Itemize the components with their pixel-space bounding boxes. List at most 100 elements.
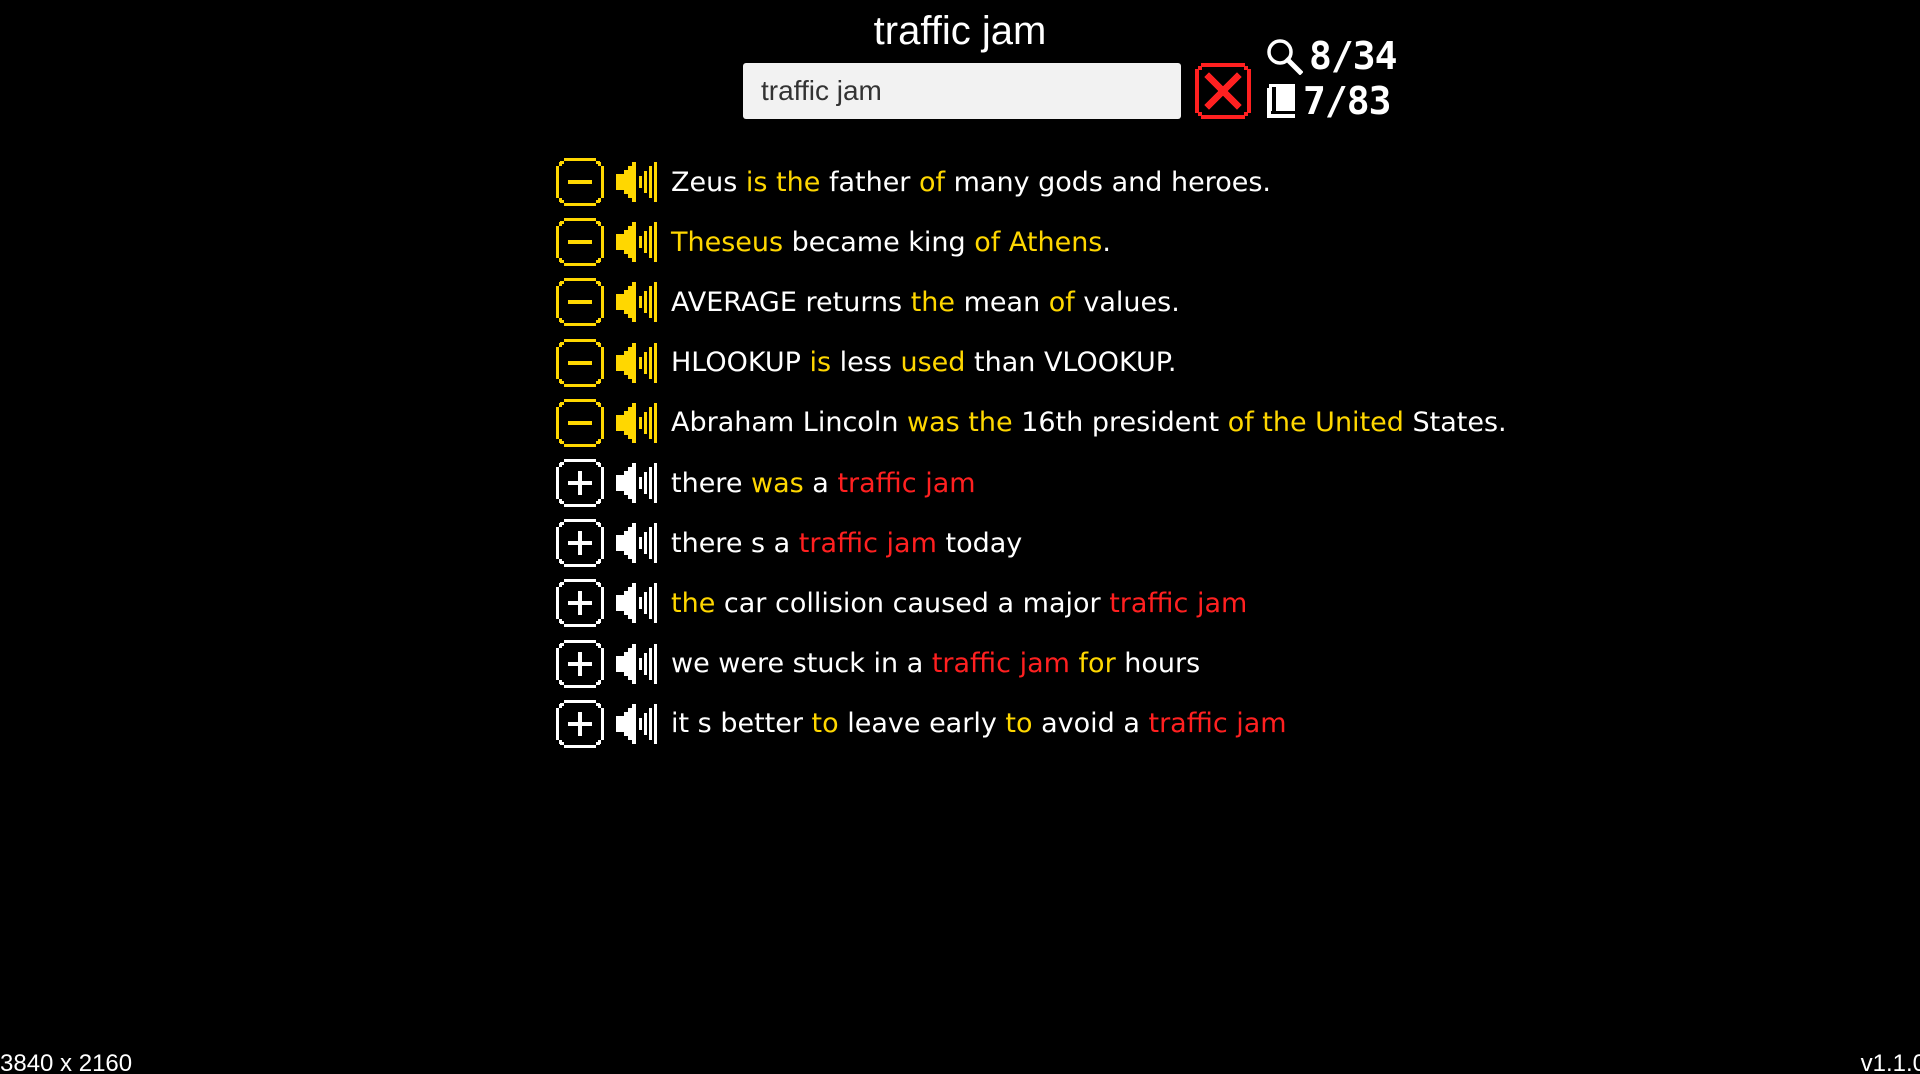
speaker-icon	[616, 643, 657, 684]
highlighted-word: the	[910, 286, 956, 318]
highlighted-word: the	[671, 587, 716, 619]
sentence-word: hours	[1115, 648, 1201, 680]
play-audio-button[interactable]	[614, 219, 660, 265]
resolution-label: 3840 x 2160	[0, 1050, 133, 1074]
sentence-word: a	[803, 467, 838, 499]
speaker-icon	[616, 342, 657, 383]
sentence-word: father	[820, 166, 919, 198]
highlighted-word: of	[919, 166, 946, 198]
sentence-text: the car collision caused a major traffic…	[671, 588, 1247, 619]
sentence-row: it s better to leave early to avoid a tr…	[555, 694, 1507, 754]
sentence-word: 16th president	[1012, 407, 1228, 439]
version-label: v1.1.0	[1860, 1050, 1920, 1074]
play-audio-button[interactable]	[614, 580, 660, 626]
remove-sentence-button[interactable]	[555, 217, 605, 267]
remove-sentence-button[interactable]	[555, 157, 605, 207]
speaker-icon	[616, 162, 657, 203]
sentence-word: AVERAGE returns	[671, 286, 911, 318]
x-icon	[1195, 63, 1251, 119]
add-sentence-button[interactable]	[555, 518, 605, 568]
play-audio-button[interactable]	[614, 701, 660, 747]
sentence-word: it s better	[671, 708, 812, 740]
add-sentence-button[interactable]	[555, 458, 605, 508]
plus-icon	[556, 519, 604, 568]
highlighted-word: is	[809, 347, 832, 379]
play-audio-button[interactable]	[614, 400, 660, 446]
search-match-text: traffic jam	[931, 648, 1070, 680]
sentence-word: .	[1102, 226, 1111, 258]
search-match-text: traffic jam	[1109, 587, 1248, 619]
book-count-stat: 7/83	[1265, 79, 1392, 123]
sentence-word: leave early	[838, 708, 1006, 740]
add-sentence-button[interactable]	[555, 699, 605, 749]
search-input[interactable]	[743, 63, 1181, 119]
speaker-icon	[616, 703, 657, 744]
search-match-text: traffic jam	[837, 467, 976, 499]
play-audio-button[interactable]	[614, 279, 660, 325]
speaker-icon	[616, 222, 657, 263]
sentence-word: there s a	[671, 527, 799, 559]
magnifier-icon	[1267, 39, 1303, 75]
sentence-row: HLOOKUP is less used than VLOOKUP.	[555, 333, 1507, 393]
highlighted-word: of Athens	[974, 226, 1103, 258]
highlighted-word: Theseus	[671, 226, 784, 258]
sentence-text: Theseus became king of Athens.	[671, 227, 1111, 258]
sentence-text: Abraham Lincoln was the 16th president o…	[671, 407, 1507, 438]
book-count: 7/83	[1303, 79, 1392, 123]
sentence-word: there	[671, 467, 752, 499]
sentence-text: we were stuck in a traffic jam for hours	[671, 648, 1200, 679]
speaker-icon	[616, 463, 657, 504]
plus-icon	[556, 699, 604, 748]
search-count-stat: 8/34	[1265, 34, 1398, 78]
play-audio-button[interactable]	[614, 340, 660, 386]
play-audio-button[interactable]	[614, 159, 660, 205]
sentence-word: values.	[1074, 286, 1180, 318]
clear-search-button[interactable]	[1193, 61, 1253, 121]
sentence-word: HLOOKUP	[671, 347, 810, 379]
sentence-word: than VLOOKUP.	[965, 347, 1177, 379]
play-audio-button[interactable]	[614, 641, 660, 687]
sentence-text: it s better to leave early to avoid a tr…	[671, 708, 1287, 739]
sentence-text: HLOOKUP is less used than VLOOKUP.	[671, 347, 1176, 378]
play-audio-button[interactable]	[614, 460, 660, 506]
add-sentence-button[interactable]	[555, 639, 605, 689]
sentence-word: avoid a	[1032, 708, 1149, 740]
minus-icon	[556, 398, 604, 447]
sentence-word	[737, 167, 746, 198]
sentence-text: Zeus is the father of many gods and hero…	[671, 167, 1271, 198]
add-sentence-button[interactable]	[555, 578, 605, 628]
remove-sentence-button[interactable]	[555, 338, 605, 388]
sentence-row: the car collision caused a major traffic…	[555, 573, 1507, 633]
remove-sentence-button[interactable]	[555, 277, 605, 327]
sentence-list: Zeus is the father of many gods and hero…	[555, 152, 1507, 754]
plus-icon	[556, 579, 604, 628]
speaker-icon	[616, 523, 657, 564]
sentence-text: there was a traffic jam	[671, 468, 976, 499]
speaker-icon	[616, 583, 657, 624]
highlighted-word: of	[1048, 286, 1075, 318]
minus-icon	[556, 158, 604, 207]
sentence-word: we were stuck in a	[671, 648, 932, 680]
search-match-text: traffic jam	[1148, 708, 1287, 740]
sentence-text: there s a traffic jam today	[671, 528, 1022, 559]
sentence-word: States.	[1403, 407, 1507, 439]
sentence-row: Theseus became king of Athens.	[555, 212, 1507, 272]
sentence-word: today	[936, 527, 1023, 559]
minus-icon	[556, 218, 604, 267]
highlighted-word: to	[1005, 708, 1033, 740]
highlighted-word: is the	[745, 166, 821, 198]
sentence-row: we were stuck in a traffic jam for hours	[555, 634, 1507, 694]
remove-sentence-button[interactable]	[555, 398, 605, 448]
search-count: 8/34	[1309, 34, 1398, 78]
play-audio-button[interactable]	[614, 520, 660, 566]
sentence-word: became king	[783, 226, 975, 258]
speaker-icon	[616, 282, 657, 323]
sentence-row: AVERAGE returns the mean of values.	[555, 272, 1507, 332]
plus-icon	[556, 459, 604, 508]
page-title: traffic jam	[873, 9, 1047, 53]
highlighted-word: used	[900, 347, 966, 379]
highlighted-word: of the United	[1227, 407, 1404, 439]
book-icon	[1267, 84, 1295, 118]
sentence-row: Zeus is the father of many gods and hero…	[555, 152, 1507, 212]
sentence-word: car collision caused a major	[715, 587, 1110, 619]
